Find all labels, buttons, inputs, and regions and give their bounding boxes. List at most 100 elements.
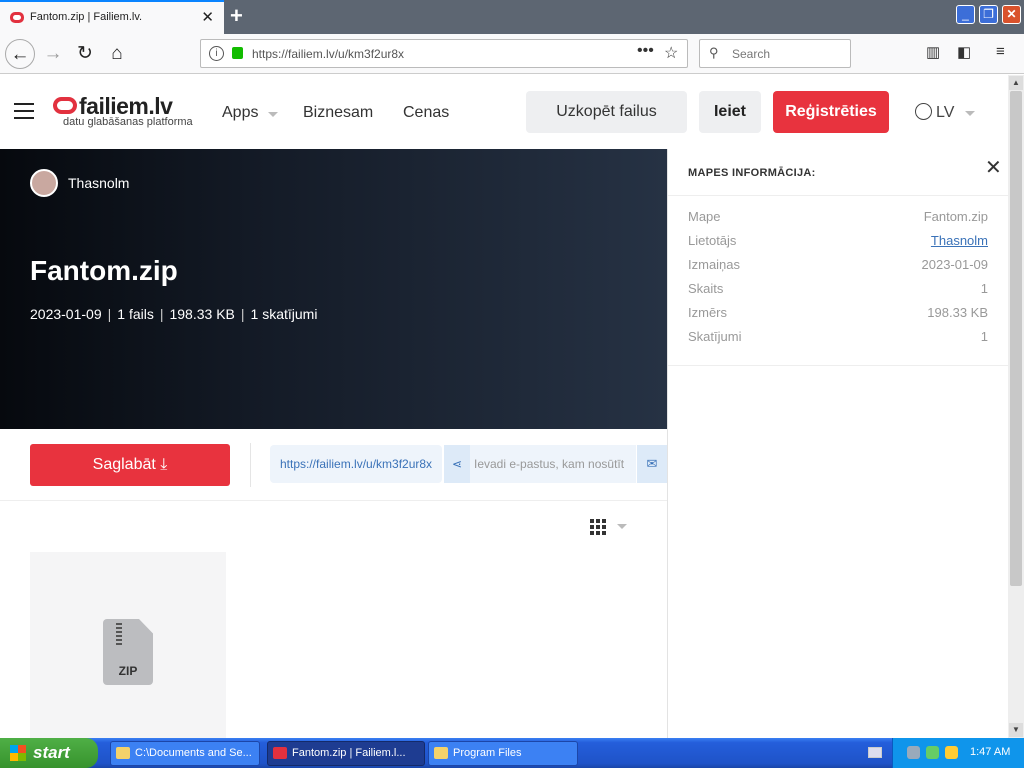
action-bar: Saglabāt ⤓ https://failiem.lv/u/km3f2ur8… [0, 429, 667, 501]
search-input[interactable]: ⚲ Search [699, 39, 851, 68]
navigation-bar: ← → ↻ ⌂ i https://failiem.lv/u/km3f2ur8x… [0, 34, 1024, 74]
login-button[interactable]: Ieiet [699, 91, 761, 133]
task-label: C:\Documents and Se... [135, 747, 252, 759]
logo-mark-icon [53, 97, 77, 114]
new-tab-button[interactable]: + [230, 3, 243, 29]
taskbar: start C:\Documents and Se... Fantom.zip … [0, 738, 1024, 768]
panel-title: MAPES INFORMĀCIJA: [688, 167, 816, 179]
nav-prices[interactable]: Cenas [403, 104, 449, 122]
windows-logo-icon [10, 745, 26, 761]
grid-view-icon [590, 519, 607, 535]
browser-tab[interactable]: Fantom.zip | Failiem.lv. ✕ [0, 0, 224, 34]
info-value: 1 [980, 281, 988, 296]
tray-icon[interactable] [907, 746, 920, 759]
nav-business[interactable]: Biznesam [303, 104, 373, 122]
search-placeholder: Search [732, 47, 771, 61]
nav-apps[interactable]: Apps [222, 104, 279, 122]
page-actions-icon[interactable]: ••• [637, 42, 654, 60]
start-label: start [33, 743, 70, 762]
tab-title: Fantom.zip | Failiem.lv. [30, 11, 143, 23]
info-row: Mape Fantom.zip [688, 209, 988, 229]
site-logo[interactable]: failiem.lv datu glabāšanas platforma [53, 93, 203, 133]
folder-icon [116, 747, 130, 759]
file-card[interactable]: ZIP [30, 552, 226, 738]
close-window-button[interactable]: ✕ [1002, 5, 1021, 24]
page-scrollbar[interactable]: ▲ ▼ [1008, 75, 1024, 738]
address-bar[interactable]: i https://failiem.lv/u/km3f2ur8x ••• ☆ [200, 39, 688, 68]
language-selector[interactable]: LV [915, 103, 976, 122]
task-label: Fantom.zip | Failiem.l... [292, 747, 406, 759]
info-row: Izmērs 198.33 KB [688, 305, 988, 325]
maximize-button[interactable]: ❐ [979, 5, 998, 24]
share-icon[interactable]: ⋖ [444, 445, 470, 483]
home-button[interactable]: ⌂ [102, 39, 132, 69]
user-link[interactable]: Thasnolm [931, 233, 988, 248]
register-button[interactable]: Reģistrēties [773, 91, 889, 133]
back-button[interactable]: ← [5, 39, 35, 69]
taskbar-item-program-files[interactable]: Program Files [428, 741, 578, 766]
tab-close-icon[interactable]: ✕ [201, 8, 214, 26]
info-value: 198.33 KB [927, 305, 988, 320]
lock-icon[interactable] [232, 47, 243, 59]
meta-file-count: 1 fails [117, 306, 154, 322]
avatar[interactable] [30, 169, 58, 197]
url-text[interactable]: https://failiem.lv/u/km3f2ur8x [252, 47, 404, 61]
email-field[interactable]: Ievadi e-pastus, kam nosūtīt [470, 445, 636, 483]
uploader-name[interactable]: Thasnolm [68, 175, 129, 191]
file-meta: 2023-01-09 | 1 fails | 198.33 KB | 1 skatījumi [30, 306, 318, 322]
bookmark-star-icon[interactable]: ☆ [664, 43, 678, 63]
zip-file-icon: ZIP [103, 619, 153, 685]
language-label: LV [936, 104, 955, 121]
info-label: Mape [688, 209, 721, 224]
site-header: failiem.lv datu glabāšanas platforma App… [0, 75, 1008, 149]
info-value: Fantom.zip [923, 209, 988, 224]
start-button[interactable]: start [0, 738, 98, 768]
folder-icon [434, 747, 448, 759]
search-icon: ⚲ [709, 45, 719, 60]
download-icon: ⤓ [160, 456, 168, 473]
file-type-label: ZIP [118, 664, 138, 678]
sidebar-icon[interactable]: ◧ [957, 43, 971, 61]
minimize-button[interactable]: _ [956, 5, 975, 24]
taskbar-item-explorer[interactable]: C:\Documents and Se... [110, 741, 260, 766]
info-label: Skaits [688, 281, 724, 296]
task-label: Program Files [453, 747, 522, 759]
file-title: Fantom.zip [30, 255, 178, 286]
network-icon[interactable] [926, 746, 939, 759]
forward-button[interactable]: → [38, 39, 68, 69]
hamburger-menu-icon[interactable] [14, 103, 34, 121]
scroll-down-icon[interactable]: ▼ [1009, 723, 1023, 737]
logo-tagline: datu glabāšanas platforma [63, 116, 193, 128]
upload-files-button[interactable]: Uzkopēt failus [526, 91, 687, 133]
view-toggle[interactable] [590, 519, 630, 537]
info-row: Lietotājs Thasnolm [688, 233, 988, 253]
info-value: 1 [980, 329, 988, 344]
meta-date: 2023-01-09 [30, 306, 102, 322]
favicon-icon [273, 747, 287, 759]
favicon-icon [10, 12, 24, 23]
save-label: Saglabāt [92, 456, 156, 473]
scroll-thumb[interactable] [1010, 91, 1022, 586]
save-button[interactable]: Saglabāt ⤓ [30, 444, 230, 486]
info-icon[interactable]: i [209, 46, 224, 61]
reload-button[interactable]: ↻ [70, 39, 100, 69]
tab-bar: Fantom.zip | Failiem.lv. ✕ + _ ❐ ✕ [0, 0, 1024, 34]
web-page: failiem.lv datu glabāšanas platforma App… [0, 75, 1008, 738]
share-link-field[interactable]: https://failiem.lv/u/km3f2ur8x [270, 445, 442, 483]
mail-icon[interactable]: ✉ [637, 445, 667, 483]
shield-icon[interactable] [945, 746, 958, 759]
library-icon[interactable]: ▥ [926, 43, 940, 61]
divider [250, 443, 251, 487]
info-label: Lietotājs [688, 233, 737, 248]
close-icon[interactable]: ✕ [985, 155, 1002, 180]
info-row: Skaits 1 [688, 281, 988, 301]
keyboard-icon[interactable] [868, 747, 882, 758]
taskbar-item-browser[interactable]: Fantom.zip | Failiem.l... [267, 741, 425, 766]
scroll-up-icon[interactable]: ▲ [1009, 76, 1023, 90]
menu-icon[interactable]: ≡ [996, 43, 1005, 60]
info-label: Skatījumi [688, 329, 742, 344]
info-label: Izmaiņas [688, 257, 741, 272]
meta-size: 198.33 KB [169, 306, 235, 322]
info-label: Izmērs [688, 305, 727, 320]
clock: 1:47 AM [970, 746, 1011, 758]
